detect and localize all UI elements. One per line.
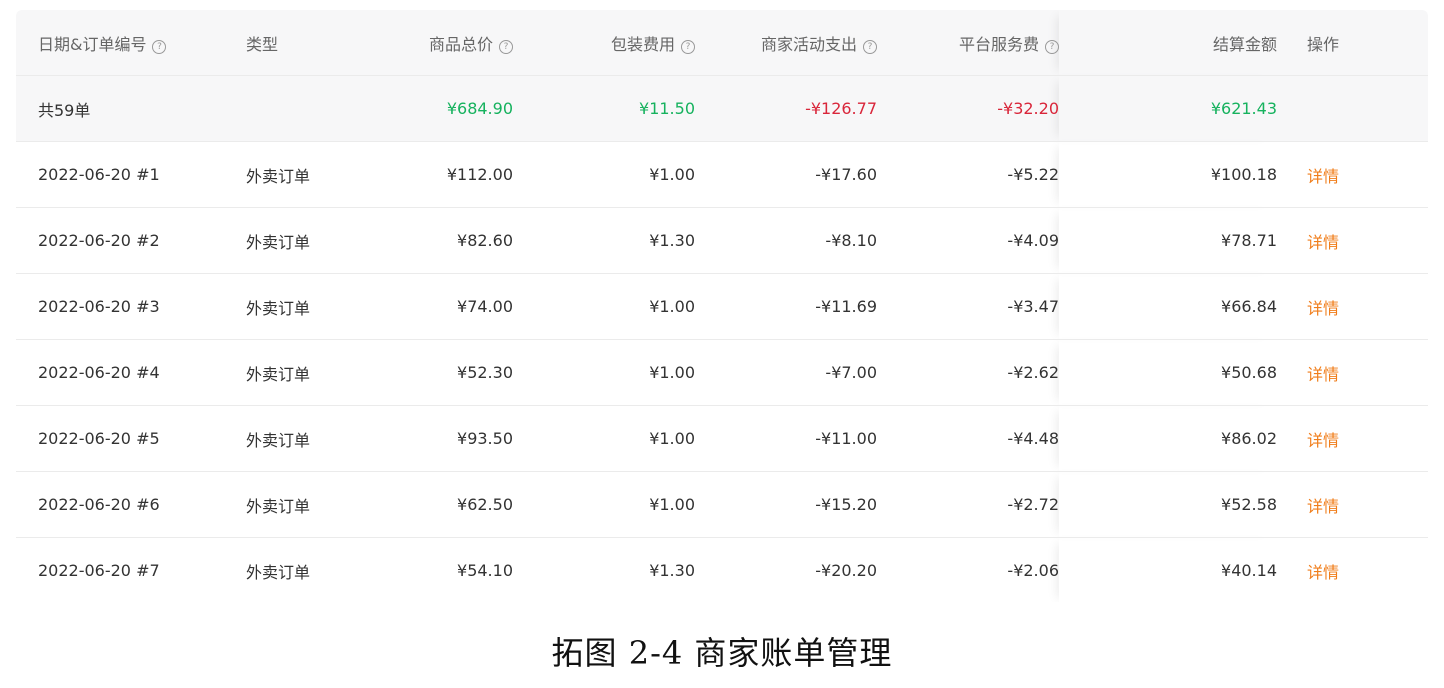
order-promo-cell: -¥8.10 — [695, 207, 877, 274]
order-packaging-cell: ¥1.00 — [513, 273, 695, 340]
table-row: 2022-06-20 #6 外卖订单 ¥62.50 ¥1.00 -¥15.20 -¥2.7… — [16, 471, 1428, 538]
summary-row: 共59单 ¥684.90 ¥11.50 -¥126.77 -¥32.20 ¥62… — [16, 75, 1428, 142]
order-service-cell: -¥5.22 — [877, 141, 1059, 208]
header-settle-label: 结算金额 — [1212, 34, 1277, 54]
question-circle-icon[interactable]: ? — [863, 39, 877, 54]
header-promo: 商家活动支出? — [695, 10, 877, 76]
order-type-cell: 外卖订单 — [238, 273, 358, 340]
header-service-label: 平台服务费 — [958, 34, 1039, 54]
order-promo-cell: -¥15.20 — [695, 471, 877, 538]
table-row: 2022-06-20 #4 外卖订单 ¥52.30 ¥1.00 -¥7.00 -¥2.62… — [16, 339, 1428, 406]
order-detail-link[interactable]: 详情 — [1277, 405, 1428, 472]
order-detail-link[interactable]: 详情 — [1277, 471, 1428, 538]
order-goods-total-cell: ¥112.00 — [358, 141, 513, 208]
order-detail-link[interactable]: 详情 — [1277, 207, 1428, 274]
bill-table: 日期&订单编号? 类型 商品总价? 包装费用? 商家活动支出? 平台服务费? 结… — [16, 10, 1428, 602]
order-service-cell: -¥4.48 — [877, 405, 1059, 472]
order-settle-cell: ¥52.58 — [1059, 471, 1277, 538]
order-type-cell: 外卖订单 — [238, 471, 358, 538]
header-packaging: 包装费用? — [513, 10, 695, 76]
order-date-cell: 2022-06-20 #6 — [16, 471, 238, 538]
order-goods-total-cell: ¥52.30 — [358, 339, 513, 406]
order-date-cell: 2022-06-20 #4 — [16, 339, 238, 406]
summary-packaging: ¥11.50 — [513, 75, 695, 142]
order-promo-cell: -¥17.60 — [695, 141, 877, 208]
header-date-order-label: 日期&订单编号 — [38, 34, 147, 54]
order-settle-cell: ¥100.18 — [1059, 141, 1277, 208]
order-goods-total-cell: ¥82.60 — [358, 207, 513, 274]
question-circle-icon[interactable]: ? — [1045, 39, 1059, 54]
header-action: 操作 — [1277, 10, 1428, 76]
order-packaging-cell: ¥1.30 — [513, 537, 695, 602]
order-goods-total-cell: ¥54.10 — [358, 537, 513, 602]
order-promo-cell: -¥20.20 — [695, 537, 877, 602]
bill-table-card: 日期&订单编号? 类型 商品总价? 包装费用? 商家活动支出? 平台服务费? 结… — [16, 10, 1428, 602]
order-detail-link[interactable]: 详情 — [1277, 141, 1428, 208]
order-packaging-cell: ¥1.00 — [513, 339, 695, 406]
order-settle-cell: ¥78.71 — [1059, 207, 1277, 274]
summary-action-empty — [1277, 75, 1428, 142]
order-promo-cell: -¥7.00 — [695, 339, 877, 406]
header-date-order: 日期&订单编号? — [16, 10, 238, 76]
order-date-cell: 2022-06-20 #5 — [16, 405, 238, 472]
question-circle-icon[interactable]: ? — [152, 39, 167, 54]
order-settle-cell: ¥50.68 — [1059, 339, 1277, 406]
order-packaging-cell: ¥1.00 — [513, 141, 695, 208]
order-date-cell: 2022-06-20 #2 — [16, 207, 238, 274]
order-promo-cell: -¥11.00 — [695, 405, 877, 472]
order-settle-cell: ¥86.02 — [1059, 405, 1277, 472]
order-detail-link[interactable]: 详情 — [1277, 537, 1428, 602]
order-packaging-cell: ¥1.00 — [513, 471, 695, 538]
header-promo-label: 商家活动支出 — [760, 34, 857, 54]
order-detail-link[interactable]: 详情 — [1277, 273, 1428, 340]
order-type-cell: 外卖订单 — [238, 405, 358, 472]
order-service-cell: -¥2.06 — [877, 537, 1059, 602]
order-type-cell: 外卖订单 — [238, 537, 358, 602]
header-type: 类型 — [238, 10, 358, 76]
order-promo-cell: -¥11.69 — [695, 273, 877, 340]
header-type-label: 类型 — [246, 34, 279, 54]
summary-type-empty — [238, 75, 358, 142]
header-settle: 结算金额 — [1059, 10, 1277, 76]
header-goods-total-label: 商品总价 — [428, 34, 493, 54]
order-date-cell: 2022-06-20 #3 — [16, 273, 238, 340]
order-detail-link[interactable]: 详情 — [1277, 339, 1428, 406]
order-type-cell: 外卖订单 — [238, 207, 358, 274]
header-action-label: 操作 — [1307, 34, 1340, 54]
order-settle-cell: ¥40.14 — [1059, 537, 1277, 602]
question-circle-icon[interactable]: ? — [499, 39, 513, 54]
order-date-cell: 2022-06-20 #1 — [16, 141, 238, 208]
order-settle-cell: ¥66.84 — [1059, 273, 1277, 340]
summary-service: -¥32.20 — [877, 75, 1059, 142]
order-service-cell: -¥4.09 — [877, 207, 1059, 274]
order-goods-total-cell: ¥93.50 — [358, 405, 513, 472]
order-service-cell: -¥2.72 — [877, 471, 1059, 538]
order-packaging-cell: ¥1.00 — [513, 405, 695, 472]
order-service-cell: -¥2.62 — [877, 339, 1059, 406]
table-header-row: 日期&订单编号? 类型 商品总价? 包装费用? 商家活动支出? 平台服务费? 结… — [16, 10, 1428, 76]
header-goods-total: 商品总价? — [358, 10, 513, 76]
order-packaging-cell: ¥1.30 — [513, 207, 695, 274]
summary-promo: -¥126.77 — [695, 75, 877, 142]
table-row: 2022-06-20 #1 外卖订单 ¥112.00 ¥1.00 -¥17.60 -¥5.… — [16, 141, 1428, 208]
table-row: 2022-06-20 #7 外卖订单 ¥54.10 ¥1.30 -¥20.20 -¥2.0… — [16, 537, 1428, 602]
question-circle-icon[interactable]: ? — [681, 39, 695, 54]
order-date-cell: 2022-06-20 #7 — [16, 537, 238, 602]
order-service-cell: -¥3.47 — [877, 273, 1059, 340]
summary-label: 共59单 — [16, 75, 238, 142]
header-packaging-label: 包装费用 — [610, 34, 675, 54]
table-row: 2022-06-20 #3 外卖订单 ¥74.00 ¥1.00 -¥11.69 -¥3.4… — [16, 273, 1428, 340]
header-service: 平台服务费? — [877, 10, 1059, 76]
summary-settle: ¥621.43 — [1059, 75, 1277, 142]
order-goods-total-cell: ¥62.50 — [358, 471, 513, 538]
order-goods-total-cell: ¥74.00 — [358, 273, 513, 340]
order-type-cell: 外卖订单 — [238, 141, 358, 208]
order-type-cell: 外卖订单 — [238, 339, 358, 406]
table-row: 2022-06-20 #5 外卖订单 ¥93.50 ¥1.00 -¥11.00 -¥4.4… — [16, 405, 1428, 472]
table-row: 2022-06-20 #2 外卖订单 ¥82.60 ¥1.30 -¥8.10 -¥4.09… — [16, 207, 1428, 274]
summary-goods-total: ¥684.90 — [358, 75, 513, 142]
figure-caption: 拓图 2-4 商家账单管理 — [551, 634, 893, 672]
